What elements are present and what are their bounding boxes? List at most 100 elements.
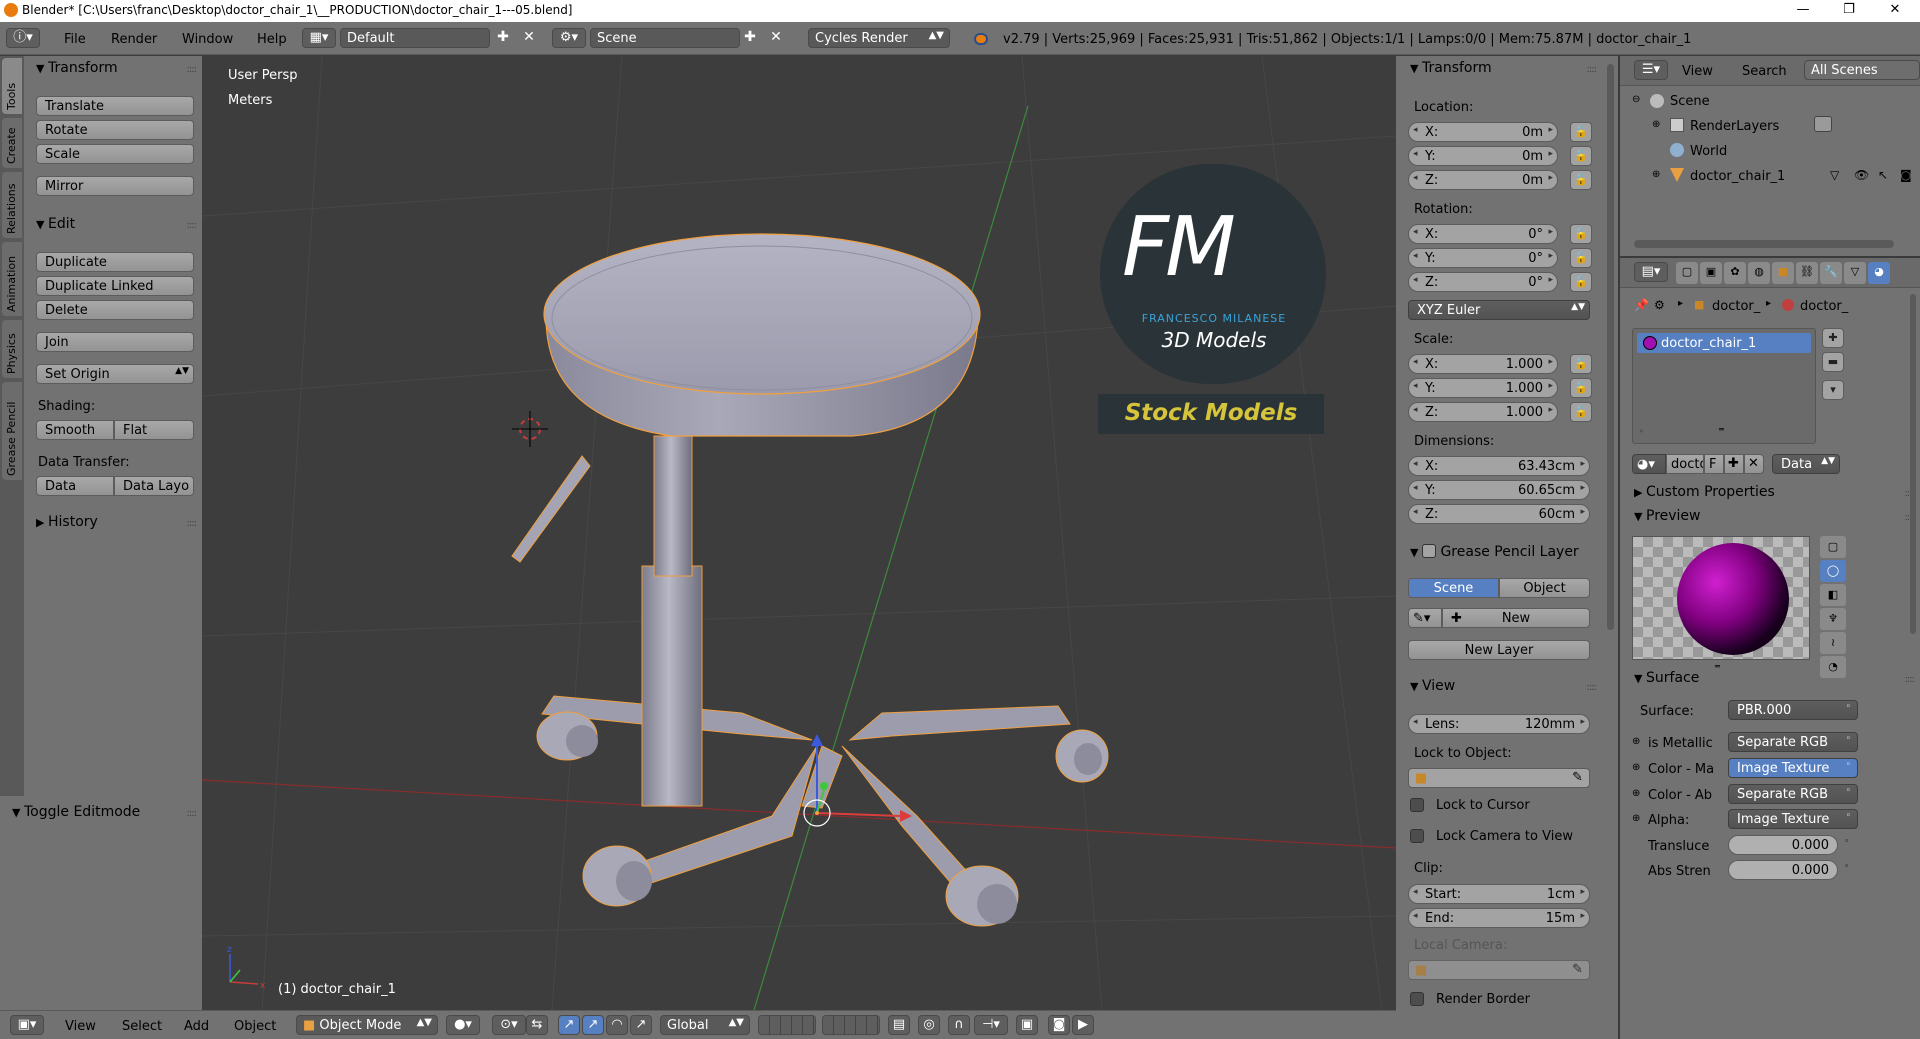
proportional-edit-icon[interactable]: ◎ [918,1015,940,1035]
screen-layout-icon[interactable]: ▦▾ [302,28,336,48]
scene-tab-icon[interactable]: ✿ [1724,262,1746,284]
translate-button[interactable]: Translate [36,96,194,116]
duplicate-linked-button[interactable]: Duplicate Linked [36,276,194,296]
lock-icon[interactable]: 🔓 [1570,378,1592,398]
edit-panel-header[interactable]: ▼ Edit [24,216,75,240]
close-button[interactable]: ✕ [1872,0,1918,22]
snap-icon[interactable]: ∩ [948,1015,970,1035]
outliner-item-scene[interactable]: Scene [1670,94,1710,109]
menu-window[interactable]: Window [182,32,233,47]
lock-layers-icon[interactable]: ▤ [888,1015,910,1035]
interaction-mode-select[interactable]: ■ Object Mode ▲▼ [296,1015,438,1035]
cursor-select-icon[interactable]: ↖ [1878,168,1888,182]
tab-physics[interactable]: Physics [2,320,22,378]
properties-scrollbar[interactable] [1910,294,1916,634]
slot-menu-icon[interactable]: ▾ [1822,380,1844,400]
clip-end-field[interactable]: ◂ End: 15m ▸ [1408,908,1590,928]
menu-object[interactable]: Object [234,1019,276,1034]
rotate-manipulator-icon[interactable]: ↗ [582,1015,604,1035]
panel-grip-icon[interactable]: :::: [1905,674,1916,685]
link-socket-icon[interactable]: ◦ [1844,862,1849,872]
panel-grip-icon[interactable]: :::: [1587,682,1598,693]
3d-viewport[interactable]: User Persp Meters z x FM FRANCESCO MILAN… [202,56,1396,1010]
grease-object-button[interactable]: Object [1499,578,1590,598]
surface-shader-select[interactable]: PBR.000 ◦ [1728,700,1858,720]
dimensions-y-field[interactable]: ◂ Y: 60.65cm ▸ [1408,480,1590,500]
translate-manipulator-icon[interactable]: ↗ [558,1015,580,1035]
material-slot-item[interactable]: doctor_chair_1 [1637,333,1811,353]
flat-button[interactable]: Flat [114,420,194,440]
transform-orientation-select[interactable]: Global ▲▼ [660,1015,750,1035]
render-camera-icon[interactable]: ◙ [1900,168,1912,182]
resize-grip-icon[interactable]: ═ [1715,662,1720,671]
lock-icon[interactable]: 🔓 [1570,402,1592,422]
input-color-ma-select[interactable]: Image Texture ◦ [1728,758,1858,778]
scene-icon[interactable]: ⚙▾ [552,28,586,48]
menu-view[interactable]: View [65,1019,96,1034]
menu-select[interactable]: Select [122,1019,162,1034]
3d-view-editor-icon[interactable]: ▣▾ [10,1015,44,1035]
new-layer-button[interactable]: New Layer [1408,640,1590,660]
lock-icon[interactable]: 🔓 [1570,146,1592,166]
panel-grip-icon[interactable]: :::: [1587,64,1598,75]
properties-editor-icon[interactable]: ▤▾ [1634,262,1668,282]
lens-field[interactable]: ◂ Lens: 120mm ▸ [1408,714,1590,734]
preview-flat-icon[interactable]: ▢ [1820,536,1846,558]
render-engine-select[interactable]: Cycles Render ▲▼ [808,28,950,48]
menu-help[interactable]: Help [257,32,287,47]
tab-grease-pencil[interactable]: Grease Pencil [2,382,22,480]
panel-grip-icon[interactable]: :::: [187,808,198,819]
constraints-tab-icon[interactable]: ⛓ [1796,262,1818,284]
pencil-icon[interactable]: ✎▾ [1408,608,1442,628]
lock-icon[interactable]: 🔓 [1570,122,1592,142]
rotation-mode-select[interactable]: XYZ Euler ▲▼ [1408,300,1590,320]
expand-icon[interactable]: ⊕ [1652,169,1660,180]
smooth-button[interactable]: Smooth [36,420,114,440]
add-slot-icon[interactable]: ✚ [1822,328,1844,348]
preview-hair-icon[interactable]: ≀ [1820,632,1846,654]
lock-object-field[interactable]: ■ ✎ [1408,768,1590,788]
resize-grip-icon[interactable]: ═ [1719,425,1724,434]
translucent-field[interactable]: 0.000 [1728,835,1838,855]
abs-strength-field[interactable]: 0.000 [1728,860,1838,880]
input-color-ab-select[interactable]: Separate RGB ◦ [1728,784,1858,804]
view-panel-header[interactable]: ▼ View [1410,678,1455,702]
pin-icon[interactable]: 📌 [1634,298,1649,312]
outliner-item-world[interactable]: World [1690,144,1727,159]
material-tab-icon[interactable]: ◕ [1868,262,1890,284]
screen-layout-field[interactable]: Default [340,28,490,48]
material-slot-list[interactable]: doctor_chair_1 ◦ ═ [1632,328,1816,444]
surface-header[interactable]: ▼ Surface [1634,670,1699,694]
location-y-field[interactable]: ◂ Y: 0m ▸ [1408,146,1558,166]
menu-add[interactable]: Add [184,1019,209,1034]
menu-render[interactable]: Render [111,32,157,47]
history-panel-header[interactable]: ▶ History [24,514,98,538]
outliner-item-doctor-chair[interactable]: doctor_chair_1 [1690,169,1785,184]
lock-icon[interactable]: 🔓 [1570,170,1592,190]
duplicate-button[interactable]: Duplicate [36,252,194,272]
outliner-editor-icon[interactable]: ☰▾ [1634,60,1668,80]
fake-user-button[interactable]: F [1704,454,1724,474]
outliner-scrollbar[interactable] [1634,240,1894,248]
material-browse-icon[interactable]: ◕▾ [1632,454,1666,474]
outliner-item-renderlayers[interactable]: RenderLayers [1690,119,1779,134]
lock-icon[interactable]: 🔓 [1570,354,1592,374]
input-alpha-select[interactable]: Image Texture ◦ [1728,809,1858,829]
opengl-animation-icon[interactable]: ▶ [1072,1015,1094,1035]
grease-new-button[interactable]: ✚ New [1442,608,1590,628]
rotation-x-field[interactable]: ◂ X: 0° ▸ [1408,224,1558,244]
lock-camera-checkbox[interactable] [1410,829,1424,843]
input-metallic-select[interactable]: Separate RGB ◦ [1728,732,1858,752]
dimensions-z-field[interactable]: ◂ Z: 60cm ▸ [1408,504,1590,524]
expand-icon[interactable]: ⊕ [1632,788,1640,799]
render-layers-tab-icon[interactable]: ▣ [1700,262,1722,284]
grease-scene-button[interactable]: Scene [1408,578,1499,598]
outliner-view-menu[interactable]: View [1682,64,1713,79]
scale-manipulator-icon[interactable]: ◠ [606,1015,628,1035]
rotation-z-field[interactable]: ◂ Z: 0° ▸ [1408,272,1558,292]
object-tab-icon[interactable]: ■ [1772,262,1794,284]
grease-pencil-checkbox[interactable] [1422,544,1436,558]
world-tab-icon[interactable]: ◍ [1748,262,1770,284]
tab-relations[interactable]: Relations [2,172,22,238]
lock-icon[interactable]: 🔓 [1570,272,1592,292]
